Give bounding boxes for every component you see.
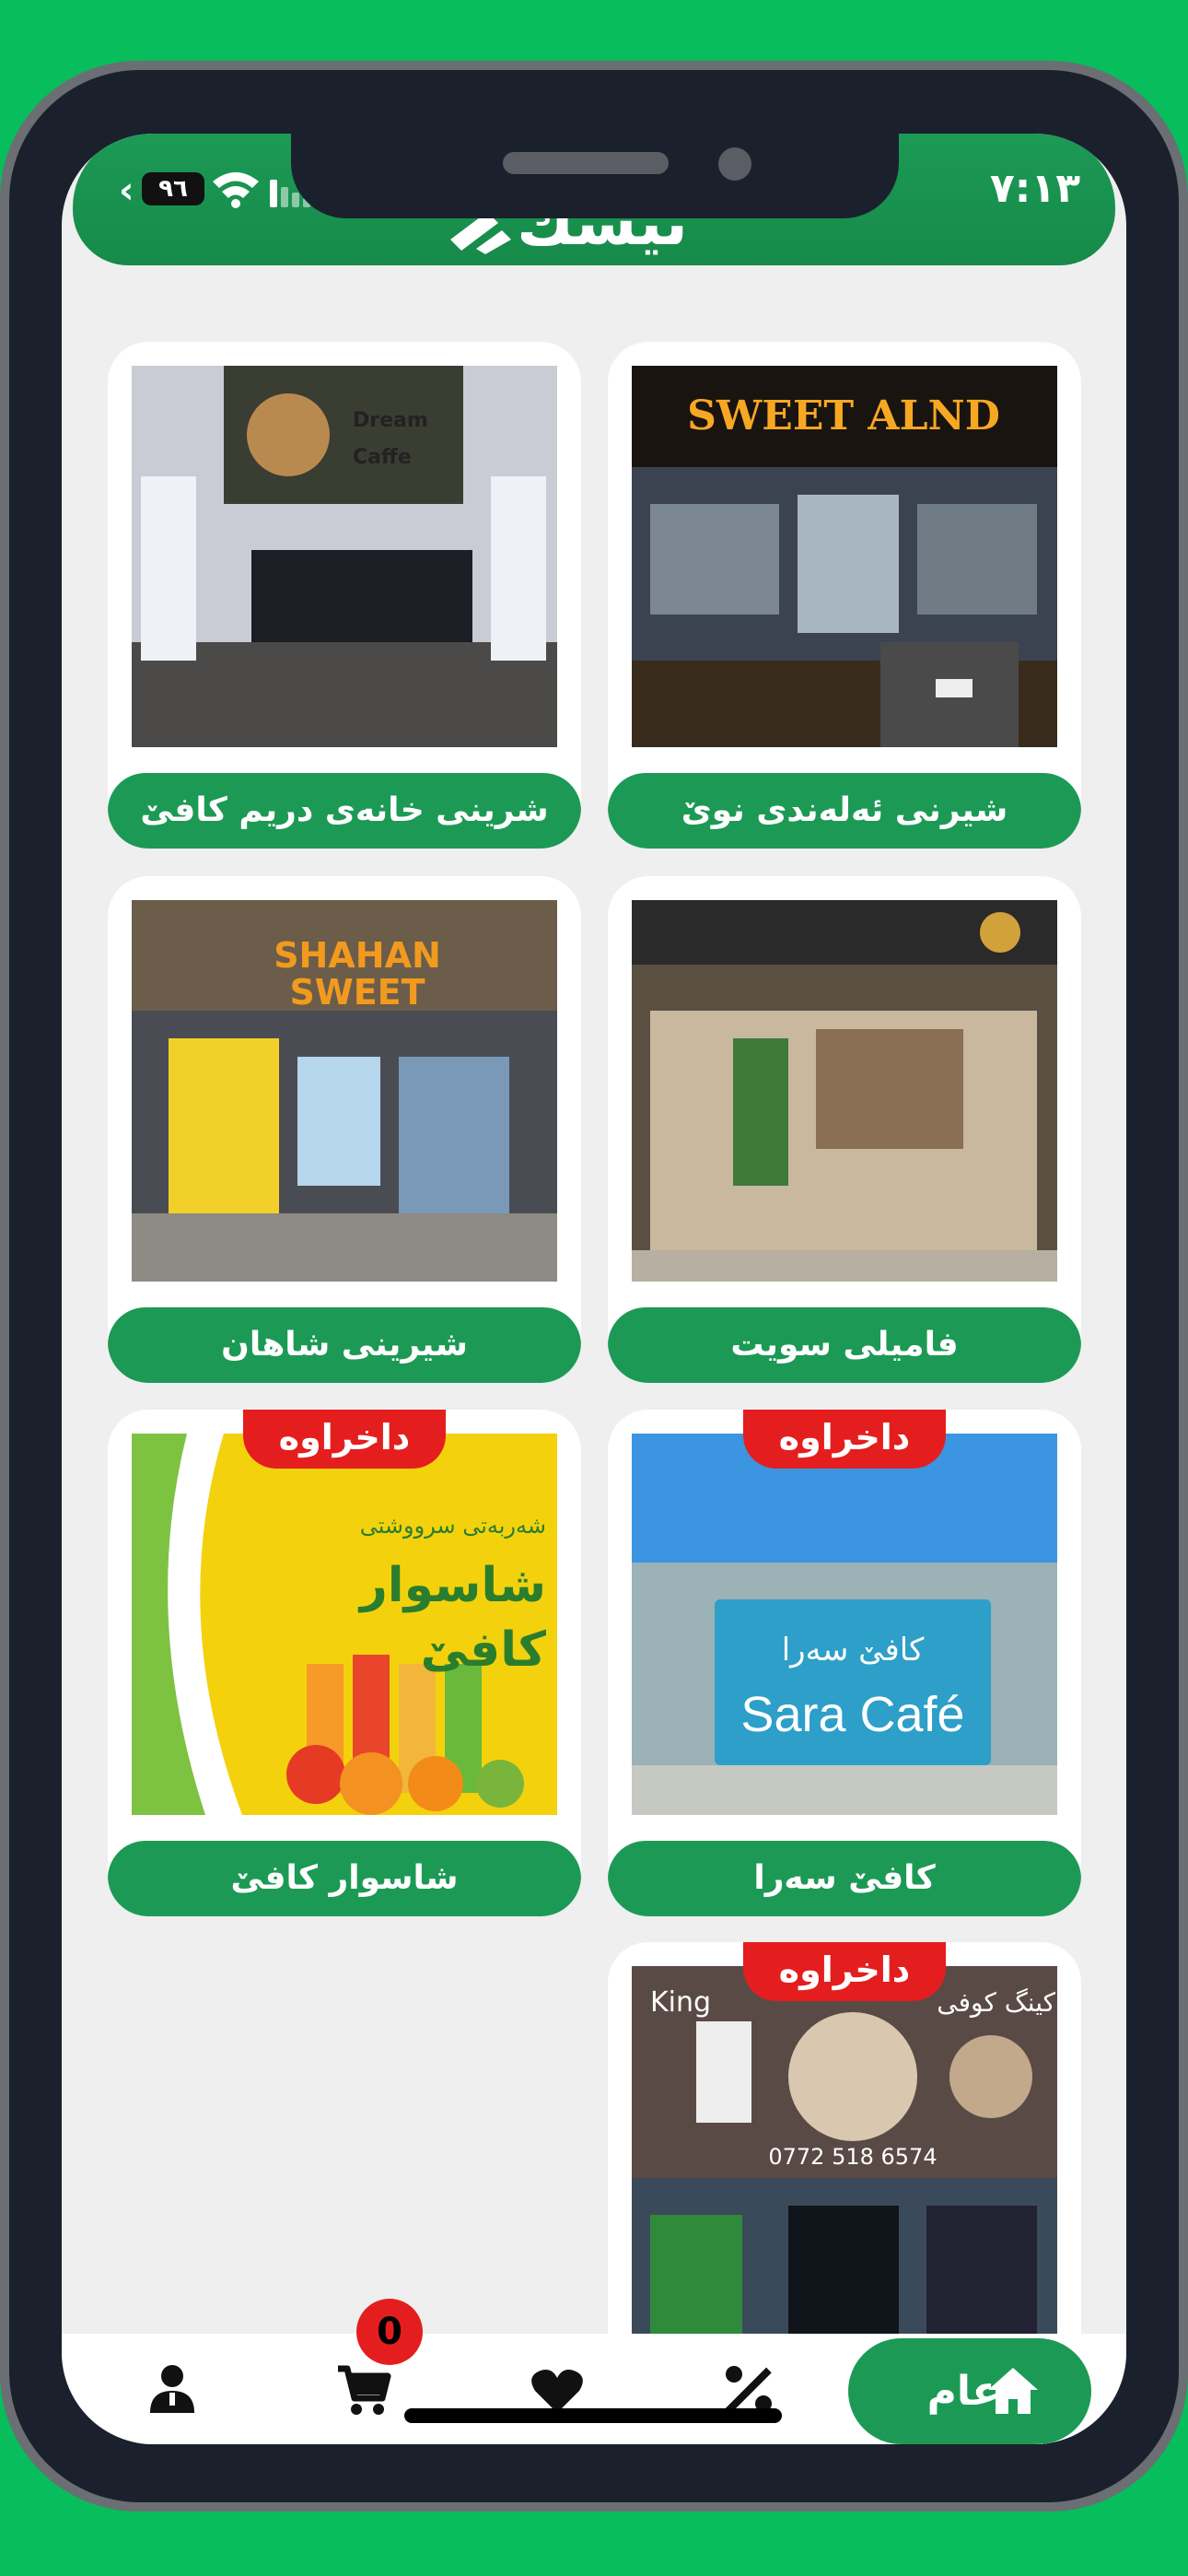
cafe-name: فاميلى سويت <box>608 1307 1081 1383</box>
home-indicator[interactable] <box>404 2408 782 2423</box>
cafe-photo: SHAHAN SWEET <box>132 900 557 1282</box>
cafe-card[interactable]: داخراوە شەربەتى سرووشتى شاسوار كافێ شاسو… <box>108 1410 581 1916</box>
cafe-card[interactable]: فاميلى سويت <box>608 876 1081 1383</box>
app-screen: تيسك ‹ ٩٦ ٧:١٣ SWEET ALND شيرنى ئەلەندى … <box>62 134 1126 2444</box>
cafe-name: شرينى خانەى دريم كافێ <box>108 773 581 849</box>
cafe-card[interactable]: Dream Caffe شرينى خانەى دريم كافێ <box>108 342 581 849</box>
cafe-card[interactable]: SHAHAN SWEET شيرينى شاهان <box>108 876 581 1383</box>
speaker-grill <box>503 152 669 174</box>
home-tab[interactable]: عام <box>848 2338 1091 2444</box>
cafe-photo: شەربەتى سرووشتى شاسوار كافێ <box>132 1434 557 1815</box>
cart-icon[interactable] <box>336 2361 391 2417</box>
cafe-sign-text: King <box>650 1986 712 2019</box>
cart-count-badge: 0 <box>356 2299 423 2365</box>
cafe-sign-text-kurdish: كافێ سەرا <box>781 1632 925 1669</box>
cafe-photo: Dream Caffe <box>132 366 557 747</box>
cafe-photo <box>632 900 1057 1282</box>
device-notch <box>291 134 899 218</box>
cafe-name: شيرينى شاهان <box>108 1307 581 1383</box>
cafe-sign-text: SWEET ALND <box>687 392 1000 439</box>
cafe-name: شاسوار كافێ <box>108 1841 581 1916</box>
cafe-sign-phone: 0772 518 6574 <box>768 2144 938 2170</box>
cafe-sign-subtitle: شەربەتى سرووشتى <box>359 1513 546 1539</box>
cafe-name: شيرنى ئەلەندى نوێ <box>608 773 1081 849</box>
battery-indicator: ٩٦ <box>142 172 204 205</box>
cafe-sign-text: SHAHAN SWEET <box>274 935 441 1013</box>
status-time: ٧:١٣ <box>989 165 1081 212</box>
cafe-sign-text: شاسوار كافێ <box>359 1558 546 1678</box>
cafe-name: كافێ سەرا <box>608 1841 1081 1916</box>
closed-badge: داخراوە <box>743 1942 946 2001</box>
cafe-card[interactable]: داخراوە كافێ سەرا Sara Café كافێ سەرا <box>608 1410 1081 1916</box>
cafe-photo: King كينگ كوفى 0772 518 6574 <box>632 1966 1057 2353</box>
cafe-sign-text: Dream Caffe <box>353 409 428 469</box>
cafe-photo: كافێ سەرا Sara Café <box>632 1434 1057 1815</box>
wifi-icon <box>213 172 259 208</box>
front-camera <box>718 147 751 181</box>
cafe-photo: SWEET ALND <box>632 366 1057 747</box>
closed-badge: داخراوە <box>743 1410 946 1469</box>
cafe-card[interactable]: SWEET ALND شيرنى ئەلەندى نوێ <box>608 342 1081 849</box>
cafe-sign-text: Sara Café <box>740 1687 965 1742</box>
user-icon[interactable] <box>145 2361 200 2417</box>
closed-badge: داخراوە <box>243 1410 446 1469</box>
home-icon <box>988 2368 1038 2414</box>
